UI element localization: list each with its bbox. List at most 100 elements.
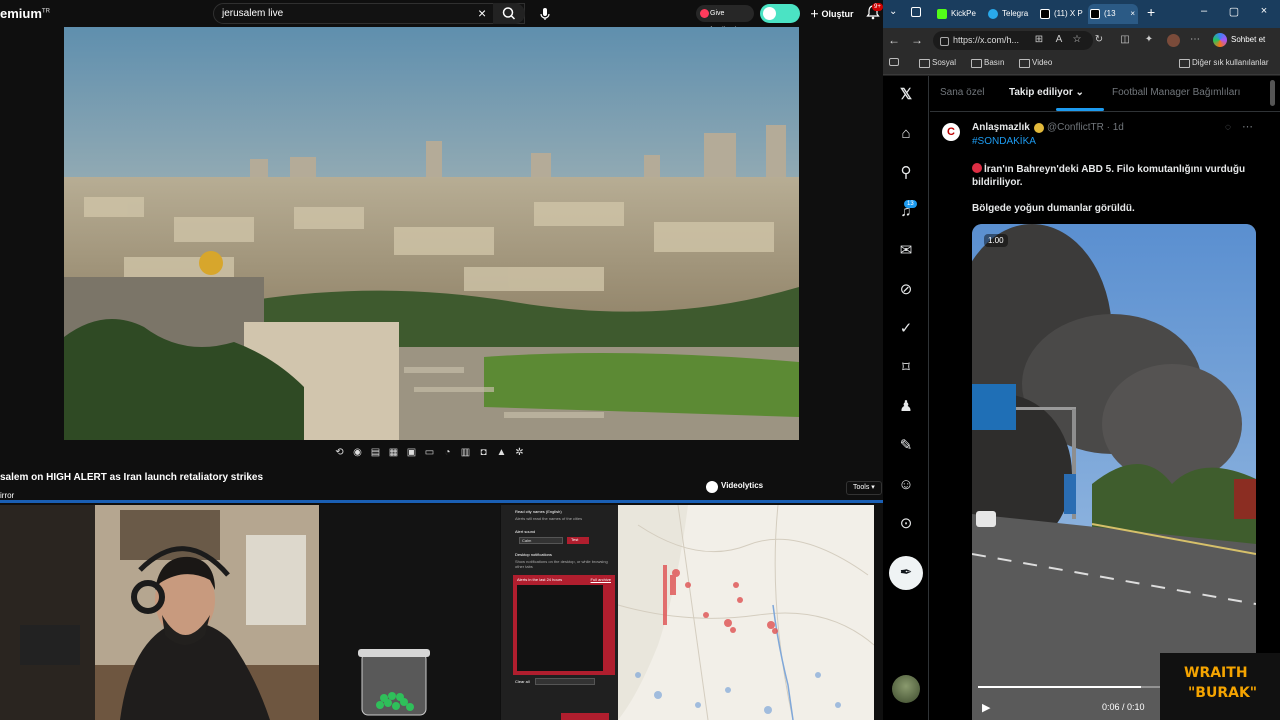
compose-post-button[interactable]: ✒ [889, 556, 923, 590]
give-feedback-button[interactable]: Give feedback [696, 5, 754, 34]
alert-sound-select[interactable]: Calm [519, 537, 563, 544]
communities-icon[interactable]: ♟ [897, 398, 915, 416]
alert-action-button[interactable] [561, 713, 609, 720]
alert-map-search-field[interactable] [535, 678, 595, 685]
full-archive-link[interactable]: Full archive [591, 577, 611, 582]
channel-name[interactable]: irror [0, 491, 14, 500]
stats-icon[interactable]: ▥ [459, 447, 472, 459]
screenshot-icon[interactable]: ▣ [405, 447, 418, 459]
bookmark-folder-sosyal[interactable]: Sosyal [919, 58, 956, 68]
workspaces-icon[interactable] [911, 7, 921, 17]
youtube-logo[interactable]: emiumTR [0, 6, 50, 21]
maximize-icon[interactable]: ▢ [1227, 5, 1241, 18]
captions-icon[interactable]: ▤ [369, 447, 382, 459]
recent-alerts-box: Alerts in the last 24 hours Full archive [513, 575, 615, 675]
more-icon[interactable]: ⊙ [897, 515, 915, 533]
tab-kickpe[interactable]: KickPe [935, 4, 983, 24]
home-icon[interactable]: ⌂ [897, 125, 915, 143]
bookmark-folder-basin[interactable]: Basın [971, 58, 1004, 68]
tab-x-2[interactable]: (13 × [1088, 4, 1138, 24]
tweet-avatar[interactable]: C [942, 123, 960, 141]
playback-speed[interactable]: 1.00 [984, 234, 1008, 247]
videolytics-button[interactable]: Videolytics [704, 481, 763, 493]
tools-dropdown[interactable]: Tools ▾ [846, 481, 882, 495]
alert-map[interactable] [618, 505, 874, 720]
split-screen-icon[interactable]: ◫ [1119, 34, 1131, 46]
tab-following[interactable]: Takip ediliyor ⌄ [1009, 87, 1084, 98]
clear-search-icon[interactable]: × [478, 5, 486, 21]
account-avatar[interactable] [892, 675, 920, 703]
refresh-icon[interactable]: ↻ [1093, 34, 1105, 46]
grok-explain-icon[interactable]: ◌ [1225, 122, 1231, 133]
tweet-video[interactable]: 1.00 ▶ 0:06 / 0:10 [972, 224, 1256, 720]
gear-icon[interactable]: ✲ [513, 447, 526, 459]
tweet-handle[interactable]: @ConflictTR · 1d [1047, 122, 1124, 133]
notification-badge: 13 [904, 200, 917, 208]
search-input[interactable]: jerusalem live × [213, 3, 525, 24]
tweet-hashtag[interactable]: #SONDAKİKA [972, 136, 1036, 147]
alert-sound-label: Alert sound [515, 529, 536, 534]
create-button[interactable]: ＋ Oluştur [810, 7, 854, 20]
desktop-notifications-label[interactable]: Desktop notifications [515, 552, 615, 557]
bookmark-pin-icon[interactable] [889, 58, 899, 66]
favorite-star-icon[interactable]: ☆ [1071, 34, 1083, 46]
loop-icon[interactable]: ⟲ [333, 447, 346, 459]
articles-icon[interactable]: ✎ [897, 437, 915, 455]
minimize-icon[interactable]: – [1197, 5, 1211, 17]
mic-icon[interactable] [536, 5, 554, 23]
x-logo-icon[interactable]: 𝕏 [897, 86, 915, 104]
audio-icon[interactable]: ◉ [351, 447, 364, 459]
close-tab-icon[interactable]: × [1130, 4, 1135, 24]
video-time: 0:06 / 0:10 [1102, 702, 1145, 712]
speed-icon[interactable]: ◔ [441, 447, 454, 459]
clear-all-button[interactable]: Clear all [515, 679, 530, 684]
tab-dropdown-icon[interactable]: ⌄ [889, 6, 897, 17]
tab-x-1[interactable]: (11) X P [1038, 4, 1086, 24]
globe-icon [988, 9, 998, 19]
search-icon[interactable]: ⚲ [897, 164, 915, 182]
alert-test-button[interactable]: Test [567, 537, 589, 544]
red-alert-panel: Read city names (English) Alerts will re… [501, 505, 618, 720]
mail-icon[interactable]: ✉ [897, 242, 915, 260]
other-bookmarks-folder[interactable]: Diğer sık kullanılanlar [1179, 58, 1268, 68]
alert-setting-read-cities[interactable]: Read city names (English) [515, 509, 615, 514]
jar-icon [358, 649, 430, 716]
player-extension-controls: ⟲ ◉ ▤ ▦ ▣ ▭ ◔ ▥ ◘ ▲ ✲ [333, 447, 526, 461]
tweet-more-icon[interactable]: ⋯ [1242, 120, 1253, 133]
scrollbar[interactable] [1270, 80, 1275, 106]
more-options-icon[interactable]: ⋯ [1189, 34, 1201, 46]
back-icon[interactable]: ← [888, 33, 900, 47]
profile-icon[interactable]: ☺ [897, 476, 915, 494]
bookmark-icon[interactable]: ⌑ [897, 359, 915, 377]
tab-football-manager[interactable]: Football Manager Bağımlıları [1112, 87, 1240, 98]
extension-toggle[interactable] [760, 4, 800, 23]
read-aloud-icon[interactable]: A [1053, 34, 1065, 46]
search-button[interactable] [493, 3, 525, 24]
video-title: salem on HIGH ALERT as Iran launch retal… [0, 472, 264, 483]
extensions-icon[interactable]: ✦ [1143, 34, 1155, 46]
clapper-icon[interactable]: ▦ [387, 447, 400, 459]
pip-icon[interactable]: ▭ [423, 447, 436, 459]
video-player[interactable] [64, 27, 799, 440]
app-available-icon[interactable]: ⊞ [1033, 34, 1045, 46]
kick-icon [937, 9, 947, 19]
url-field[interactable]: https://x.com/h... [933, 31, 1093, 50]
grok-icon[interactable]: ⊘ [897, 281, 915, 299]
play-icon[interactable]: ▶ [982, 701, 990, 714]
close-window-icon[interactable]: × [1257, 5, 1271, 17]
bookmark-folder-video[interactable]: Video [1019, 58, 1052, 68]
notification-count: 9+ [872, 3, 883, 11]
verified-icon[interactable]: ✓ [897, 320, 915, 338]
camera-icon[interactable]: ◘ [477, 447, 490, 459]
tweet-author-name[interactable]: Anlaşmazlık [972, 122, 1030, 133]
tab-telegram[interactable]: Telegra [986, 4, 1036, 24]
active-tab-indicator [1056, 108, 1104, 111]
forward-icon[interactable]: → [911, 33, 923, 47]
tweet[interactable]: C Anlaşmazlık @ConflictTR · 1d #SONDAKİK… [930, 113, 1270, 720]
copilot-chat-button[interactable]: Sohbet et [1213, 32, 1265, 48]
x-sidebar: 𝕏 ⌂ ⚲ ♫ 13 ✉ ⊘ ✓ ⌑ ♟ ✎ ☺ ⊙ ✒ [883, 76, 929, 720]
new-tab-icon[interactable]: + [1147, 4, 1155, 20]
tab-for-you[interactable]: Sana özel [940, 87, 984, 98]
flask-icon[interactable]: ▲ [495, 447, 508, 459]
profile-avatar[interactable] [1167, 34, 1180, 47]
